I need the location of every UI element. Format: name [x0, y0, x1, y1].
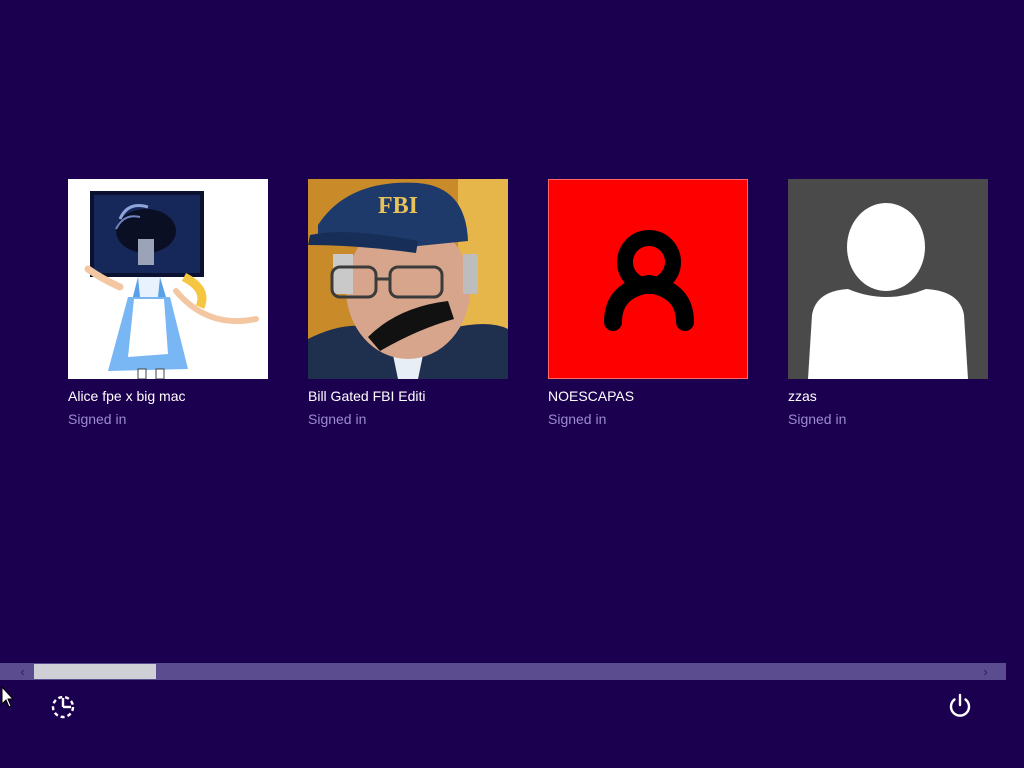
account-tile-zzas[interactable]: zzas Signed in: [788, 179, 988, 428]
account-name: NOESCAPAS: [548, 388, 635, 404]
horizontal-scrollbar[interactable]: ‹ ›: [0, 663, 1006, 680]
svg-text:FBI: FBI: [378, 193, 418, 219]
account-name: Bill Gated FBI Editi: [308, 388, 426, 404]
account-tile-alice[interactable]: Alice fpe x big mac Signed in: [68, 179, 268, 428]
account-status: Signed in: [548, 411, 607, 427]
red-user-symbol-avatar: [548, 179, 748, 379]
ease-of-access-button[interactable]: [47, 690, 79, 722]
account-status: Signed in: [308, 411, 367, 427]
account-status: Signed in: [788, 411, 847, 427]
account-name: zzas: [788, 388, 817, 404]
ease-of-access-icon: [51, 695, 75, 719]
power-icon: [949, 693, 971, 717]
account-tile-noescapas[interactable]: NOESCAPAS Signed in: [548, 179, 748, 428]
account-name: Alice fpe x big mac: [68, 388, 186, 404]
lock-screen: Alice fpe x big mac Signed in FBI Bill G…: [0, 0, 1024, 768]
fbi-cap-portrait-avatar: FBI: [308, 179, 508, 379]
power-button[interactable]: [944, 689, 976, 721]
account-tile-bill[interactable]: FBI Bill Gated FBI Editi Signed in: [308, 179, 508, 428]
account-status: Signed in: [68, 411, 127, 427]
scroll-left-arrow-icon[interactable]: ‹: [14, 663, 31, 680]
default-user-silhouette-avatar: [788, 179, 988, 379]
scroll-right-arrow-icon[interactable]: ›: [977, 663, 994, 680]
mouse-pointer-icon: [1, 685, 15, 708]
alice-cartoon-avatar: [68, 179, 268, 379]
scroll-thumb[interactable]: [34, 664, 156, 679]
